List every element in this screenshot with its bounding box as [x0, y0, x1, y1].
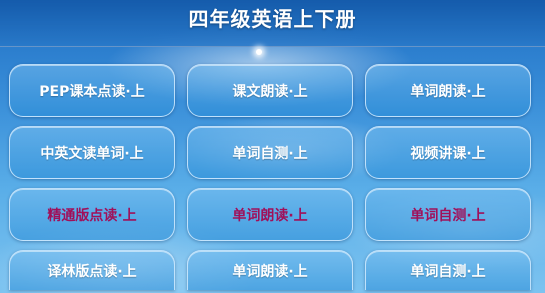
page-title: 四年级英语上下册	[188, 6, 357, 31]
text-reading-button[interactable]: 课文朗读·上	[187, 64, 353, 117]
video-lesson-button[interactable]: 视频讲课·上	[365, 126, 531, 179]
jingtong-read-button[interactable]: 精通版点读·上	[9, 188, 175, 241]
bilingual-word-reading-button[interactable]: 中英文读单词·上	[9, 126, 175, 179]
jingtong-word-self-test-button[interactable]: 单词自测·上	[365, 188, 531, 241]
header-bar: 四年级英语上下册	[0, 0, 545, 47]
yilin-word-reading-button[interactable]: 单词朗读·上	[187, 250, 353, 290]
jingtong-word-reading-button[interactable]: 单词朗读·上	[187, 188, 353, 241]
yilin-word-self-test-button[interactable]: 单词自测·上	[365, 250, 531, 290]
pep-textbook-read-button[interactable]: PEP课本点读·上	[9, 64, 175, 117]
sparkle-decoration	[256, 49, 262, 55]
word-self-test-button[interactable]: 单词自测·上	[187, 126, 353, 179]
yilin-read-button[interactable]: 译林版点读·上	[9, 250, 175, 290]
menu-grid: PEP课本点读·上 课文朗读·上 单词朗读·上 中英文读单词·上 单词自测·上 …	[9, 64, 531, 290]
word-reading-button[interactable]: 单词朗读·上	[365, 64, 531, 117]
